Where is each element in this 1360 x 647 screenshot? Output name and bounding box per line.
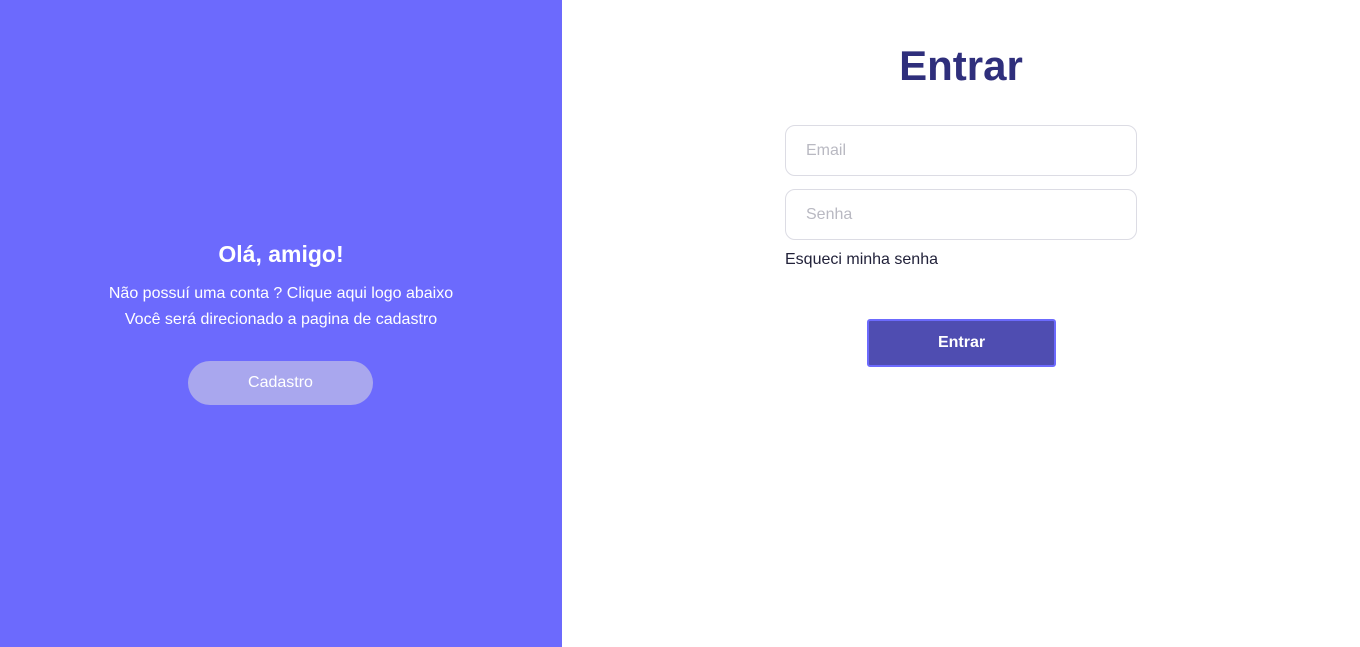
login-panel: Entrar Esqueci minha senha Entrar xyxy=(562,0,1360,647)
welcome-panel: Olá, amigo! Não possuí uma conta ? Cliqu… xyxy=(0,0,562,647)
welcome-text-line-1: Não possuí uma conta ? Clique aqui logo … xyxy=(108,285,454,302)
login-button[interactable]: Entrar xyxy=(867,319,1056,367)
password-field[interactable] xyxy=(785,189,1137,240)
welcome-title: Olá, amigo! xyxy=(218,241,344,267)
welcome-text-line-2: Você será direcionado a pagina de cadast… xyxy=(124,311,438,328)
forgot-password-link[interactable]: Esqueci minha senha xyxy=(785,250,938,270)
email-field[interactable] xyxy=(785,125,1137,176)
signup-button[interactable]: Cadastro xyxy=(188,361,373,405)
login-title: Entrar xyxy=(899,42,1023,89)
login-page: Olá, amigo! Não possuí uma conta ? Cliqu… xyxy=(0,0,1360,647)
